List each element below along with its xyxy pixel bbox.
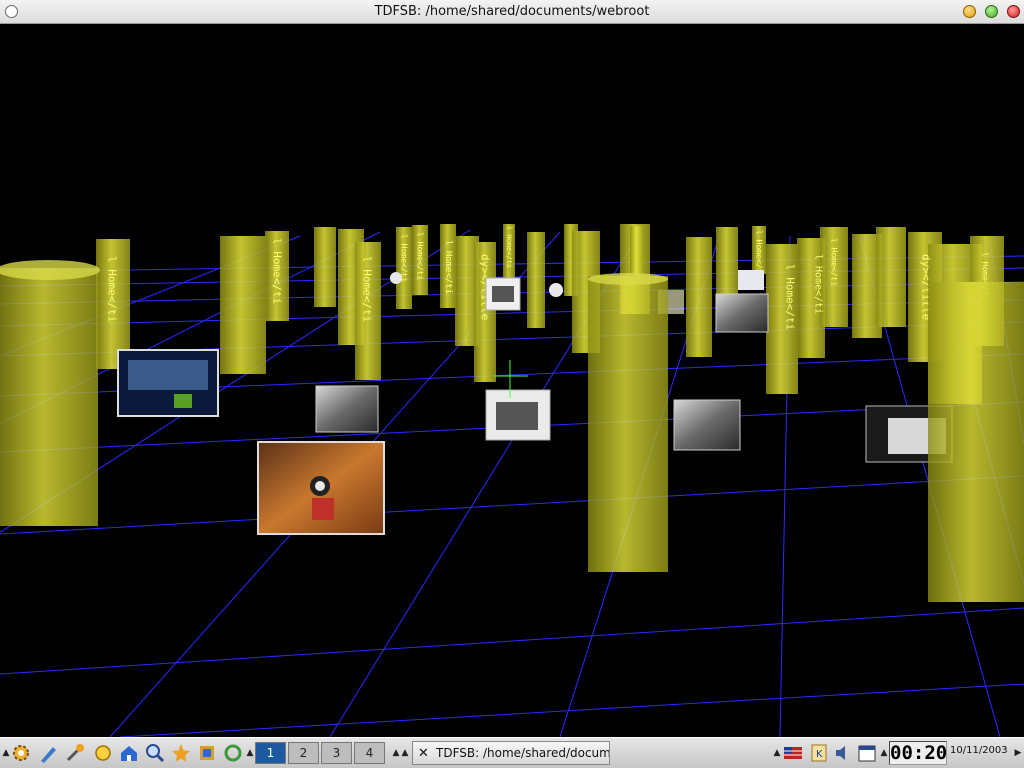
gear-yellow-icon[interactable]: [92, 742, 114, 764]
pillar[interactable]: [686, 237, 712, 357]
thumbnail-document[interactable]: [485, 389, 551, 441]
search-icon[interactable]: [144, 742, 166, 764]
pillar-label: l Home</ti: [830, 238, 839, 286]
pillar-label: l Home</ti: [443, 240, 453, 294]
thumbnail-screenshot[interactable]: [117, 349, 219, 417]
pillar[interactable]: [220, 236, 266, 374]
3d-scene[interactable]: l Home</ti l Home</ti l Home</ti l Home<…: [0, 24, 1024, 737]
minimize-button[interactable]: [963, 5, 976, 18]
task-button-tdfsb[interactable]: ✕ TDFSB: /home/shared/docume: [412, 741, 610, 765]
calendar-icon[interactable]: [856, 742, 878, 764]
light-orb: [549, 283, 563, 297]
x-app-icon: ✕: [418, 746, 429, 761]
pillar-large-left[interactable]: [0, 268, 98, 526]
close-button[interactable]: [1007, 5, 1020, 18]
maximize-button[interactable]: [985, 5, 998, 18]
pillar-label: l Home</ti: [106, 256, 119, 322]
pillar-label: l Home</ti: [416, 232, 425, 280]
clock[interactable]: 00:20: [889, 741, 947, 765]
star-icon[interactable]: [170, 742, 192, 764]
pillar[interactable]: [630, 226, 644, 278]
pillar-label: l Home</ti: [271, 238, 284, 304]
thumbnail-document-small[interactable]: [485, 277, 521, 311]
pillar-label: l Home</ti: [505, 226, 513, 268]
taskbar-left-arrow-icon[interactable]: ▲: [2, 741, 10, 765]
thumbnail-gray-screenshot[interactable]: [315, 385, 379, 433]
taskbar-arrow-icon[interactable]: ▲: [392, 741, 400, 765]
svg-text:K: K: [816, 749, 823, 760]
workspace-3[interactable]: 3: [321, 742, 352, 764]
pillar-large-right[interactable]: [928, 282, 1024, 602]
pillar[interactable]: [716, 227, 738, 295]
recycle-icon[interactable]: [222, 742, 244, 764]
3d-viewport[interactable]: l Home</ti l Home</ti l Home</ti l Home<…: [0, 24, 1024, 737]
gear-icon[interactable]: [10, 742, 32, 764]
date[interactable]: 10/11/2003: [950, 745, 1008, 756]
workspace-1[interactable]: 1: [255, 742, 286, 764]
task-button-label: TDFSB: /home/shared/docume: [436, 746, 610, 760]
taskbar-arrow-icon[interactable]: ▲: [401, 741, 409, 765]
taskbar-right-arrow-icon[interactable]: ▶: [1014, 741, 1022, 765]
window-title: TDFSB: /home/shared/documents/webroot: [374, 4, 650, 19]
workspace-4[interactable]: 4: [354, 742, 385, 764]
pen-icon[interactable]: [38, 742, 60, 764]
k-icon[interactable]: K: [808, 742, 830, 764]
flag-icon[interactable]: [782, 742, 804, 764]
thumbnail-game-art[interactable]: [257, 441, 385, 535]
light-orb: [390, 272, 402, 284]
taskbar: ▲ ▲ 1 2 3 4 ▲ ▲ ✕ TDFSB: /home/shared/do…: [0, 737, 1024, 768]
wrench-icon[interactable]: [64, 742, 86, 764]
thumbnail-building-photo[interactable]: [673, 399, 741, 451]
taskbar-arrow-icon[interactable]: ▲: [246, 741, 254, 765]
pillar-label: l Home</ti: [784, 264, 797, 330]
title-bar[interactable]: TDFSB: /home/shared/documents/webroot: [0, 0, 1024, 24]
pillar[interactable]: [527, 232, 545, 328]
flag-icon[interactable]: [196, 742, 218, 764]
workspace-2[interactable]: 2: [288, 742, 319, 764]
pillar-large-center[interactable]: [588, 276, 668, 572]
pillar-label: l Home</ti: [361, 256, 374, 322]
home-icon[interactable]: [118, 742, 140, 764]
pillar[interactable]: [876, 227, 906, 327]
taskbar-arrow-icon[interactable]: ▲: [880, 741, 888, 765]
pillar-label: l Home</ti: [813, 254, 824, 314]
taskbar-arrow-icon[interactable]: ▲: [773, 741, 781, 765]
pillar-group-back: [96, 224, 1004, 404]
speaker-icon[interactable]: [832, 742, 854, 764]
pillar[interactable]: [314, 227, 336, 307]
